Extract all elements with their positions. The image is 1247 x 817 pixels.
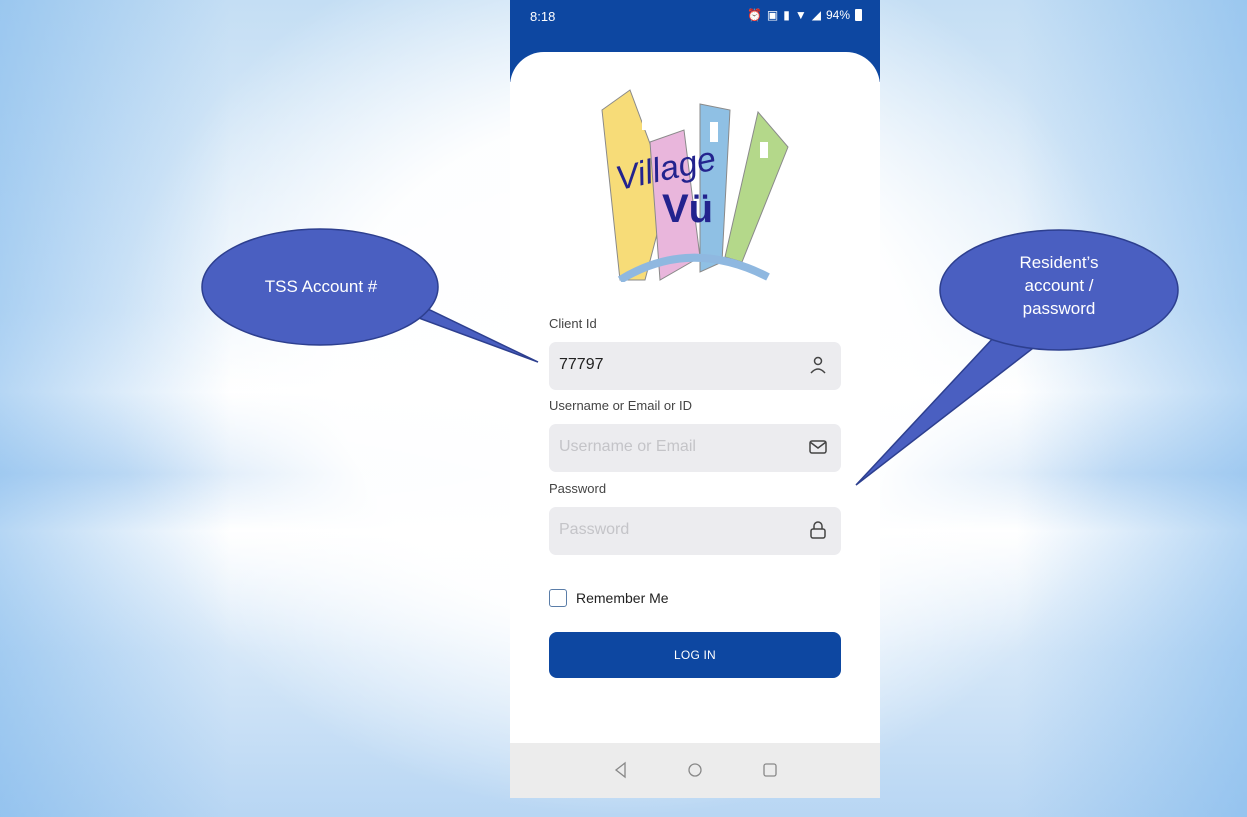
logo-text-vu: Vü xyxy=(662,187,713,231)
battery-percent: 94% xyxy=(825,8,850,22)
callout-right-line2: account / xyxy=(1024,276,1094,295)
wifi-icon: ▼ xyxy=(794,8,807,22)
callout-left: TSS Account # xyxy=(202,228,440,348)
status-icons: ⏰ ▣ ▮ ▼ ◢ 94% xyxy=(747,8,862,22)
callout-left-text: TSS Account # xyxy=(264,277,378,296)
username-label: Username or Email or ID xyxy=(549,398,693,413)
username-field[interactable]: Username or Email xyxy=(549,424,841,472)
background-left-glow xyxy=(0,0,230,817)
callout-right-line3: password xyxy=(1022,299,1096,318)
callout-right-line1: Resident’s xyxy=(1019,253,1099,272)
back-icon[interactable] xyxy=(610,759,632,781)
client-id-label: Client Id xyxy=(549,316,597,331)
village-vu-logo: Village Vü xyxy=(601,89,789,282)
recents-icon[interactable] xyxy=(759,759,781,781)
username-placeholder: Username or Email xyxy=(559,438,696,455)
lock-icon xyxy=(810,521,826,539)
status-time: 8:18 xyxy=(530,9,556,24)
home-icon[interactable] xyxy=(684,759,706,781)
mail-icon xyxy=(809,440,827,454)
phone-screen: 8:18 ⏰ ▣ ▮ ▼ ◢ 94% Village Vü Client Id … xyxy=(510,0,880,798)
battery-icon xyxy=(855,9,862,21)
client-id-value: 77797 xyxy=(559,356,604,373)
vibrate-icon: ▮ xyxy=(783,8,790,22)
user-icon xyxy=(810,356,826,374)
client-id-field[interactable]: 77797 xyxy=(549,342,841,390)
android-nav-bar xyxy=(510,743,880,798)
password-placeholder: Password xyxy=(559,521,630,538)
password-field[interactable]: Password xyxy=(549,507,841,555)
callout-right: Resident’s account / password xyxy=(940,235,1178,355)
remember-me-label[interactable]: Remember Me xyxy=(576,590,669,606)
remember-me-checkbox[interactable] xyxy=(549,589,567,607)
password-label: Password xyxy=(549,481,607,496)
alarm-icon: ⏰ xyxy=(746,8,762,22)
signal-icon: ◢ xyxy=(811,8,821,22)
app-icon: ▣ xyxy=(766,8,779,22)
background-right-glow xyxy=(1017,0,1247,817)
login-button[interactable]: LOG IN xyxy=(549,632,841,678)
